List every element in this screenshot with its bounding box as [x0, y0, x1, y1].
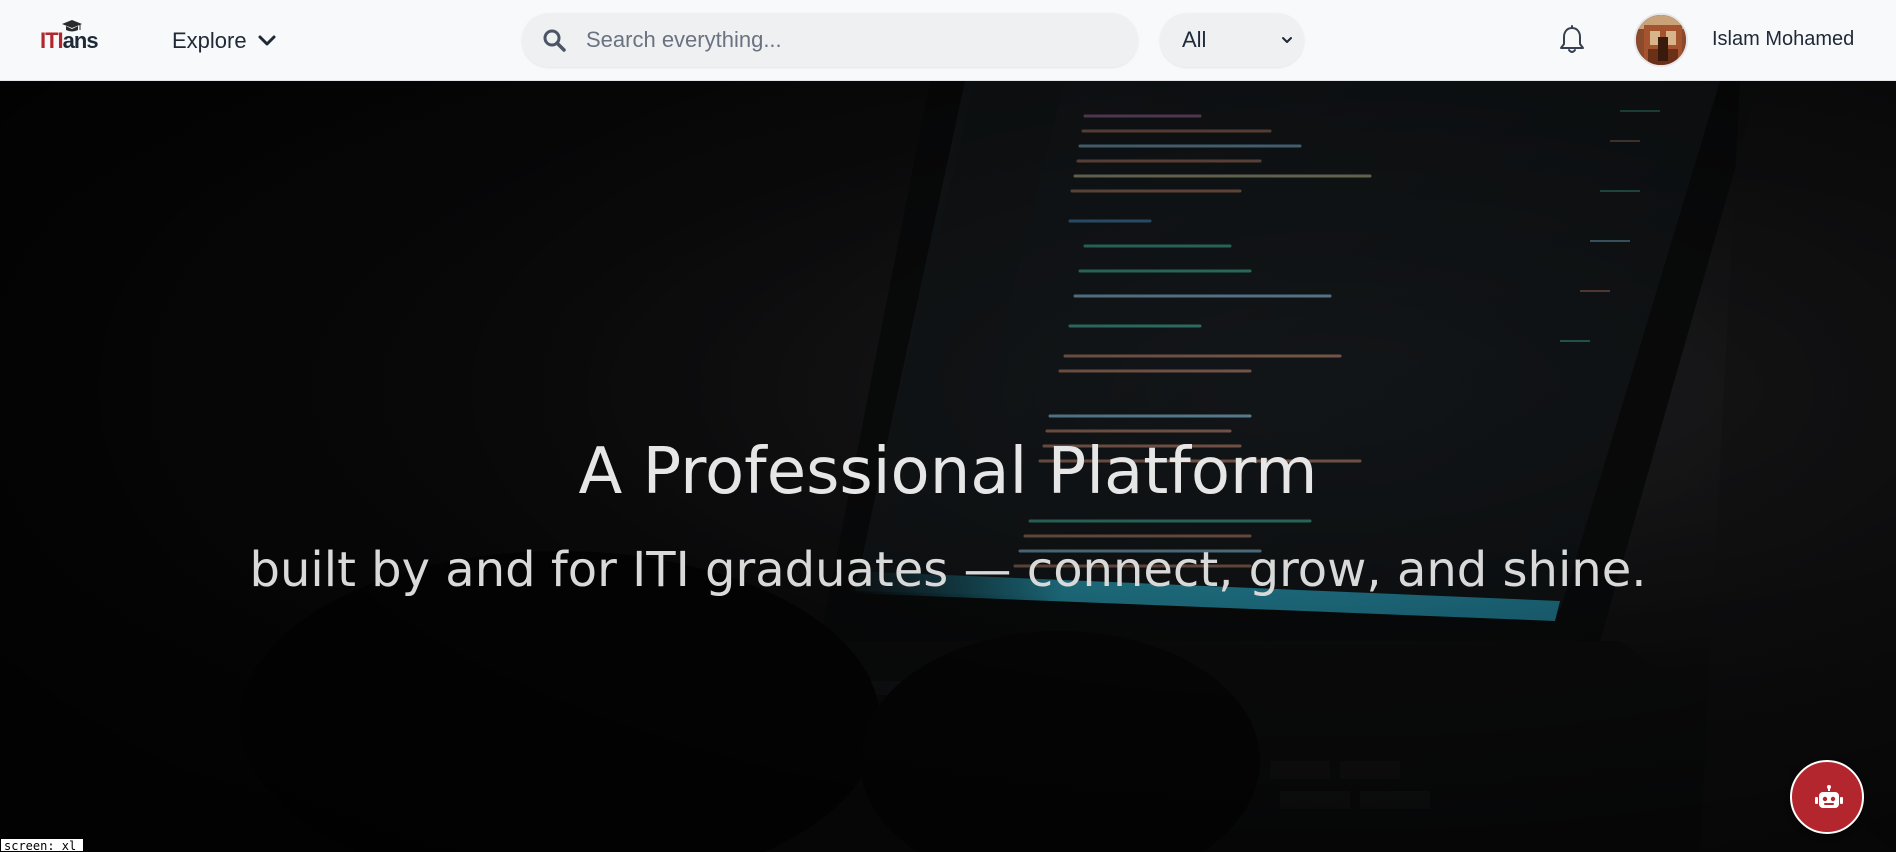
search-icon[interactable] [542, 28, 566, 52]
explore-menu-button[interactable]: Explore [172, 24, 277, 58]
top-navbar: ITIans Explore All [0, 0, 1896, 81]
explore-label: Explore [172, 28, 247, 53]
search-scope-select[interactable]: All [1160, 13, 1304, 67]
brand-logo-iti: ITI [40, 28, 64, 53]
user-name[interactable]: Islam Mohamed [1712, 28, 1854, 51]
robot-icon [1815, 785, 1843, 808]
brand-logo-text: ITIans [40, 28, 99, 54]
screen-size-indicator: screen: xl [0, 838, 84, 852]
avatar-image [1636, 15, 1686, 65]
brand-logo[interactable]: ITIans [40, 20, 110, 54]
chevron-down-icon [1282, 37, 1292, 43]
search-scope-value: All [1182, 27, 1207, 52]
search-bar [522, 13, 1138, 67]
brand-logo-ans: ans [62, 28, 99, 53]
chatbot-button[interactable] [1790, 760, 1864, 834]
chevron-down-icon [258, 35, 276, 46]
hero-title: A Professional Platform [578, 435, 1318, 509]
user-avatar[interactable] [1634, 13, 1688, 67]
bell-icon[interactable] [1558, 24, 1586, 56]
hero-banner: A Professional Platform built by and for… [0, 81, 1896, 852]
search-input[interactable] [586, 23, 1106, 57]
hero-subtitle: built by and for ITI graduates — connect… [249, 542, 1647, 598]
